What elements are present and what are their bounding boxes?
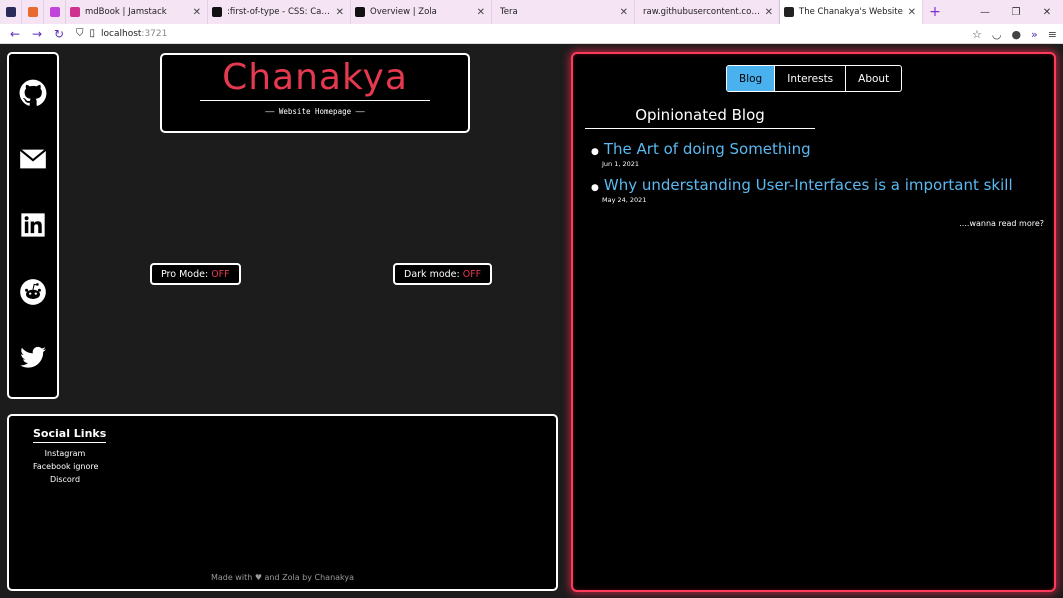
read-more-link[interactable]: ....wanna read more? — [959, 219, 1044, 228]
page-content: Chanakya —— Website Homepage —— Pro Mode… — [0, 45, 1063, 598]
menu-icon[interactable]: ≡ — [1048, 28, 1057, 41]
tab-close-icon[interactable]: ✕ — [908, 7, 916, 18]
tab-favicon — [5, 7, 16, 17]
browser-nav-bar: ← → ↻ ⛉ ▯ localhost:3721 ☆ ◡ ● » ≡ — [0, 24, 1063, 44]
tab-raw-github[interactable]: raw.githubusercontent.com/FortA ✕ — [635, 0, 780, 24]
bullet-icon: ● — [591, 183, 599, 193]
post-title-link[interactable]: The Art of doing Something — [604, 140, 811, 158]
tab-title: mdBook | Jamstack — [85, 7, 167, 17]
minimize-button[interactable]: — — [970, 0, 1000, 24]
url-port: :3721 — [141, 28, 168, 39]
blog-panel: Blog Interests About Opinionated Blog ● T… — [571, 52, 1056, 592]
bookmark-star-icon[interactable]: ☆ — [972, 28, 982, 41]
link-facebook[interactable]: Facebook ignore — [33, 462, 98, 471]
tab-close-icon[interactable]: ✕ — [193, 7, 201, 18]
post-date: Jun 1, 2021 — [602, 160, 640, 168]
site-subtitle: —— Website Homepage —— — [265, 107, 365, 116]
extensions-overflow-icon[interactable]: » — [1031, 28, 1038, 41]
tab-title: The Chanakya's Website — [799, 7, 903, 17]
tab-css-first-of-type[interactable]: :first-of-type - CSS: Cascading ✕ — [208, 0, 351, 24]
forward-icon[interactable]: → — [26, 27, 48, 41]
made-with-credit: Made with ♥ and Zola by Chanakya — [210, 573, 355, 582]
account-icon[interactable]: ● — [1011, 28, 1021, 41]
pro-mode-label: Pro Mode: — [161, 268, 209, 280]
pro-mode-state: OFF — [211, 268, 230, 280]
blog-post-list: ● The Art of doing Something Jun 1, 2021 … — [591, 140, 1013, 212]
blog-tab-group: Blog Interests About — [726, 65, 903, 92]
tab-favicon — [355, 7, 365, 17]
post-date: May 24, 2021 — [602, 196, 647, 204]
tab-close-icon[interactable]: ✕ — [620, 7, 628, 18]
tab-favicon — [49, 7, 60, 17]
dark-mode-label: Dark mode: — [404, 268, 460, 280]
tab-mdbook[interactable]: mdBook | Jamstack ✕ — [66, 0, 208, 24]
site-header: Chanakya —— Website Homepage —— — [160, 53, 470, 133]
back-icon[interactable]: ← — [4, 27, 26, 41]
close-window-button[interactable]: ✕ — [1032, 0, 1062, 24]
page-icon: ▯ — [89, 28, 96, 39]
browser-tab-bar: mdBook | Jamstack ✕ :first-of-type - CSS… — [0, 0, 1063, 24]
tab-interests[interactable]: Interests — [775, 66, 847, 91]
bullet-icon: ● — [591, 147, 599, 157]
list-item: ● Why understanding User-Interfaces is a … — [591, 176, 1013, 204]
blog-heading: Opinionated Blog — [585, 106, 815, 129]
url-host: localhost — [101, 28, 142, 39]
tab-title: Overview | Zola — [370, 7, 437, 17]
tab-title: :first-of-type - CSS: Cascading — [227, 7, 332, 17]
social-links-list: Instagram Facebook ignore Discord — [33, 449, 98, 488]
link-discord[interactable]: Discord — [33, 475, 97, 484]
tab-tera[interactable]: Tera ✕ — [492, 0, 635, 24]
nav-right-tools: ☆ ◡ ● » ≡ — [972, 24, 1057, 44]
pinned-tab-2[interactable] — [22, 0, 44, 24]
pro-mode-toggle[interactable]: Pro Mode: OFF — [150, 263, 241, 285]
url-bar[interactable]: ⛉ ▯ localhost:3721 — [76, 28, 167, 39]
tab-blog[interactable]: Blog — [727, 66, 776, 91]
post-title-link[interactable]: Why understanding User-Interfaces is a i… — [604, 176, 1013, 194]
github-icon[interactable] — [19, 79, 47, 107]
tab-close-icon[interactable]: ✕ — [765, 7, 773, 18]
pinned-tab-3[interactable] — [44, 0, 66, 24]
tab-favicon — [70, 7, 80, 17]
tab-favicon — [212, 7, 222, 17]
tab-close-icon[interactable]: ✕ — [336, 7, 344, 18]
site-title[interactable]: Chanakya — [162, 57, 468, 98]
reddit-icon[interactable] — [19, 278, 47, 306]
new-tab-button[interactable]: + — [922, 0, 948, 24]
reload-icon[interactable]: ↻ — [48, 27, 70, 41]
list-item: ● The Art of doing Something Jun 1, 2021 — [591, 140, 1013, 168]
dark-mode-toggle[interactable]: Dark mode: OFF — [393, 263, 493, 285]
tab-favicon — [27, 7, 38, 17]
tab-zola-overview[interactable]: Overview | Zola ✕ — [351, 0, 492, 24]
pocket-icon[interactable]: ◡ — [992, 28, 1002, 41]
linkedin-icon[interactable] — [19, 211, 47, 239]
social-links-heading: Social Links — [33, 427, 107, 443]
twitter-icon[interactable] — [19, 344, 47, 372]
tab-favicon — [784, 7, 794, 17]
footer-panel: Social Links Instagram Facebook ignore D… — [7, 414, 558, 591]
tab-title: raw.githubusercontent.com/FortA — [643, 7, 761, 17]
link-instagram[interactable]: Instagram — [33, 449, 97, 458]
maximize-button[interactable]: ❐ — [1001, 0, 1031, 24]
tab-title: Tera — [500, 7, 518, 17]
shield-icon: ⛉ — [76, 28, 84, 39]
title-divider — [200, 100, 430, 101]
email-icon[interactable] — [19, 145, 47, 173]
dark-mode-state: OFF — [462, 268, 482, 280]
tab-about[interactable]: About — [846, 66, 901, 91]
tab-close-icon[interactable]: ✕ — [477, 7, 485, 18]
tab-chanakya-website[interactable]: The Chanakya's Website ✕ — [780, 0, 922, 24]
social-sidebar — [7, 52, 59, 399]
pinned-tab-1[interactable] — [0, 0, 22, 24]
